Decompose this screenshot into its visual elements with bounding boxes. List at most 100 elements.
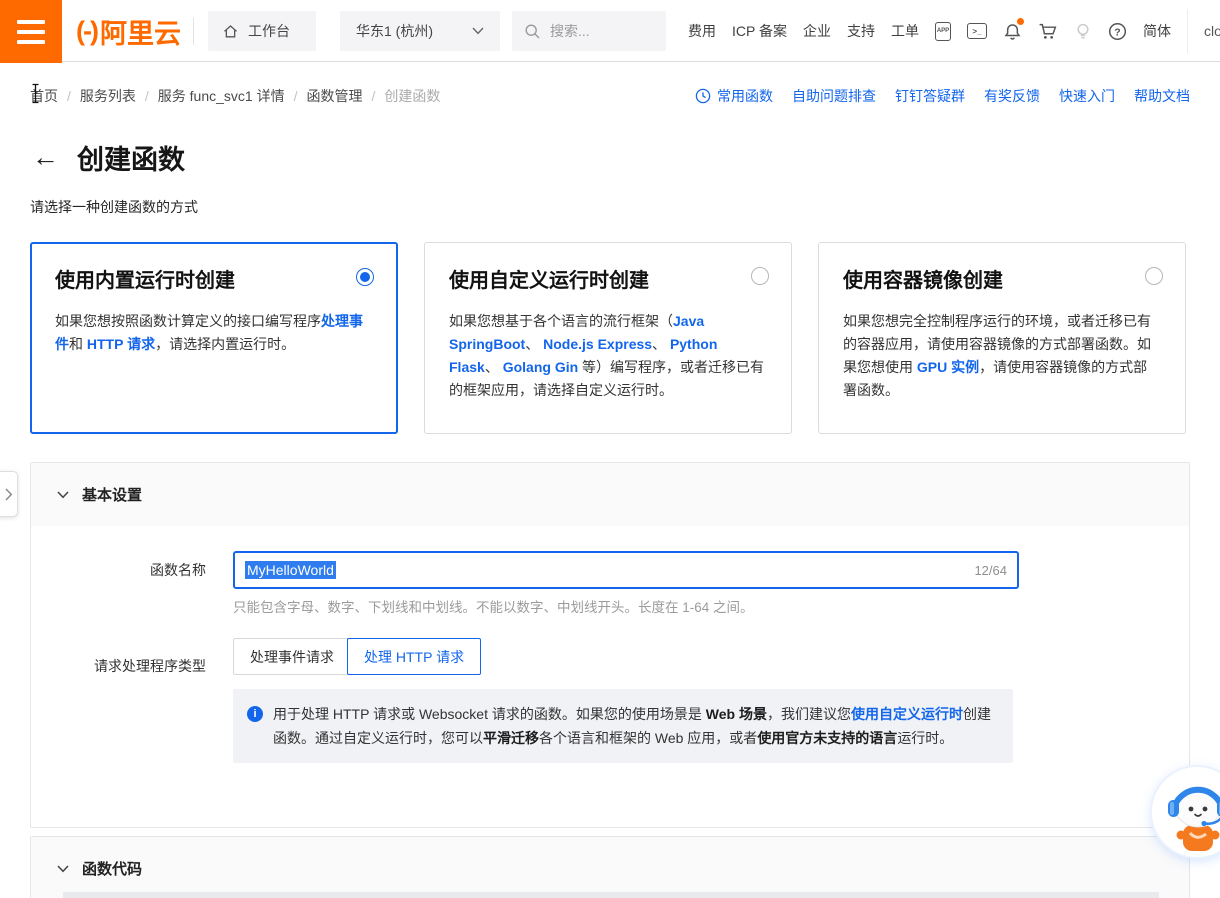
card-builtin-runtime[interactable]: 使用内置运行时创建 如果您想按照函数计算定义的接口编写程序处理事件和 HTTP … xyxy=(30,242,398,434)
cart-icon[interactable] xyxy=(1038,22,1058,41)
inline-text: 、 xyxy=(485,359,503,375)
chevron-down-icon xyxy=(57,865,69,873)
function-code-header[interactable]: 函数代码 xyxy=(31,837,1189,898)
breadcrumb-separator: / xyxy=(372,88,376,104)
app-icon-text: APP xyxy=(937,28,949,34)
inline-link[interactable]: Golang Gin xyxy=(503,359,578,375)
inline-text: ，请选择内置运行时。 xyxy=(155,336,295,352)
nav-right: 费用 ICP 备案 企业 支持 工单 APP >_ ? xyxy=(688,0,1220,62)
inline-text: 、 xyxy=(652,336,670,352)
region-selector[interactable]: 华东1 (杭州) xyxy=(340,11,500,51)
notification-dot xyxy=(1017,18,1024,25)
inline-link[interactable]: 使用自定义运行时 xyxy=(851,706,963,722)
inline-text: 和 xyxy=(69,336,87,352)
quick-link-dingtalk-group[interactable]: 钉钉答疑群 xyxy=(895,86,965,106)
function-name-input[interactable]: MyHelloWorld 12/64 xyxy=(233,551,1019,589)
nav-link-enterprise[interactable]: 企业 xyxy=(803,21,831,41)
card-title: 使用容器镜像创建 xyxy=(843,264,1161,293)
clock-icon xyxy=(695,88,711,104)
radio-container-image[interactable] xyxy=(1145,267,1163,285)
text-cursor xyxy=(30,83,41,109)
quick-link-quickstart[interactable]: 快速入门 xyxy=(1059,86,1115,106)
function-code-panel: 函数代码 xyxy=(30,836,1190,898)
handler-http-button[interactable]: 处理 HTTP 请求 xyxy=(347,638,481,675)
info-icon: i xyxy=(247,706,263,722)
lightbulb-icon[interactable] xyxy=(1074,22,1092,41)
quick-link-label: 常用函数 xyxy=(717,86,773,106)
breadcrumb-service-list[interactable]: 服务列表 xyxy=(80,86,136,106)
chevron-right-icon xyxy=(5,488,13,501)
breadcrumb-current: 创建函数 xyxy=(384,86,440,106)
radio-custom-runtime[interactable] xyxy=(751,267,769,285)
inline-link[interactable]: HTTP 请求 xyxy=(87,336,155,352)
quick-link-help-docs[interactable]: 帮助文档 xyxy=(1134,86,1190,106)
breadcrumb-service-detail[interactable]: 服务 func_svc1 详情 xyxy=(158,86,285,106)
breadcrumb: 首页 / 服务列表 / 服务 func_svc1 详情 / 函数管理 / 创建函… xyxy=(30,86,440,106)
inline-link[interactable]: GPU 实例 xyxy=(917,359,979,375)
code-area-strip xyxy=(63,892,1159,898)
page-title: 创建函数 xyxy=(77,138,185,177)
aliyun-logo[interactable]: (-) 阿里云 xyxy=(76,0,181,62)
quick-link-label: 自助问题排查 xyxy=(792,86,876,106)
page-subtitle: 请选择一种创建函数的方式 xyxy=(30,197,198,217)
section-title: 函数代码 xyxy=(82,858,142,879)
quick-links: 常用函数 自助问题排查 钉钉答疑群 有奖反馈 快速入门 帮助文档 xyxy=(695,86,1190,106)
function-name-value: MyHelloWorld xyxy=(245,561,336,579)
quick-link-self-troubleshoot[interactable]: 自助问题排查 xyxy=(792,86,876,106)
function-name-label: 函数名称 xyxy=(31,560,206,580)
quick-link-common-functions[interactable]: 常用函数 xyxy=(695,86,773,106)
breadcrumb-separator: / xyxy=(67,88,71,104)
back-arrow-button[interactable]: ← xyxy=(32,144,59,171)
handler-event-button[interactable]: 处理事件请求 xyxy=(233,638,351,675)
search-input[interactable]: 搜索... xyxy=(512,11,666,51)
language-switch[interactable]: 简体 xyxy=(1143,21,1171,41)
home-icon xyxy=(222,23,239,40)
nav-link-billing[interactable]: 费用 xyxy=(688,21,716,41)
card-container-image[interactable]: 使用容器镜像创建 如果您想完全控制程序运行的环境，或者迁移已有的容器应用，请使用… xyxy=(818,242,1186,434)
nav-link-support[interactable]: 支持 xyxy=(847,21,875,41)
handler-type-label: 请求处理程序类型 xyxy=(31,656,206,676)
chevron-down-icon xyxy=(472,27,484,35)
card-title: 使用自定义运行时创建 xyxy=(449,264,767,293)
top-navbar: (-) 阿里云 工作台 华东1 (杭州) 搜索... 费用 ICP 备案 企业 xyxy=(0,0,1220,62)
inline-text: 如果您想基于各个语言的流行框架（ xyxy=(449,313,673,329)
inline-text: 、 xyxy=(525,336,543,352)
account-name[interactable]: clo xyxy=(1204,23,1220,39)
breadcrumb-separator: / xyxy=(294,88,298,104)
nav-link-tickets[interactable]: 工单 xyxy=(891,21,919,41)
quick-link-label: 帮助文档 xyxy=(1134,86,1190,106)
workbench-button[interactable]: 工作台 xyxy=(208,11,316,51)
app-icon[interactable]: APP xyxy=(935,22,951,41)
basic-settings-panel: 基本设置 函数名称 MyHelloWorld 12/64 只能包含字母、数字、下… xyxy=(30,462,1190,828)
quick-link-feedback[interactable]: 有奖反馈 xyxy=(984,86,1040,106)
char-counter: 12/64 xyxy=(974,563,1007,578)
terminal-icon-text: >_ xyxy=(972,27,981,36)
card-description: 如果您想基于各个语言的流行框架（Java SpringBoot、 Node.js… xyxy=(449,310,767,402)
page: (-) 阿里云 工作台 华东1 (杭州) 搜索... 费用 ICP 备案 企业 xyxy=(0,0,1220,898)
notification-bell-icon[interactable] xyxy=(1003,22,1022,41)
inline-text: ，我们建议您 xyxy=(767,706,851,722)
breadcrumb-separator: / xyxy=(145,88,149,104)
inline-text: Web 场景 xyxy=(706,706,767,722)
inline-text: 平滑迁移 xyxy=(483,730,539,746)
quick-link-label: 钉钉答疑群 xyxy=(895,86,965,106)
search-placeholder: 搜索... xyxy=(550,21,590,41)
breadcrumb-function-mgmt[interactable]: 函数管理 xyxy=(307,86,363,106)
inline-text: 各个语言和框架的 Web 应用，或者 xyxy=(539,730,757,746)
search-icon xyxy=(524,23,541,40)
terminal-icon[interactable]: >_ xyxy=(967,23,987,39)
quick-link-label: 快速入门 xyxy=(1059,86,1115,106)
info-text: 用于处理 HTTP 请求或 Websocket 请求的函数。如果您的使用场景是 … xyxy=(273,702,997,750)
basic-settings-header[interactable]: 基本设置 xyxy=(31,463,1189,526)
radio-builtin-selected[interactable] xyxy=(356,268,374,286)
chevron-down-icon xyxy=(57,491,69,499)
card-description: 如果您想按照函数计算定义的接口编写程序处理事件和 HTTP 请求，请选择内置运行… xyxy=(55,310,373,356)
inline-link[interactable]: Node.js Express xyxy=(543,336,652,352)
workbench-label: 工作台 xyxy=(248,21,290,41)
quick-link-label: 有奖反馈 xyxy=(984,86,1040,106)
card-custom-runtime[interactable]: 使用自定义运行时创建 如果您想基于各个语言的流行框架（Java SpringBo… xyxy=(424,242,792,434)
nav-link-icp[interactable]: ICP 备案 xyxy=(732,21,787,41)
sidebar-expand-button[interactable] xyxy=(0,471,18,517)
help-icon[interactable]: ? xyxy=(1108,22,1127,41)
hamburger-menu-button[interactable] xyxy=(0,0,62,63)
